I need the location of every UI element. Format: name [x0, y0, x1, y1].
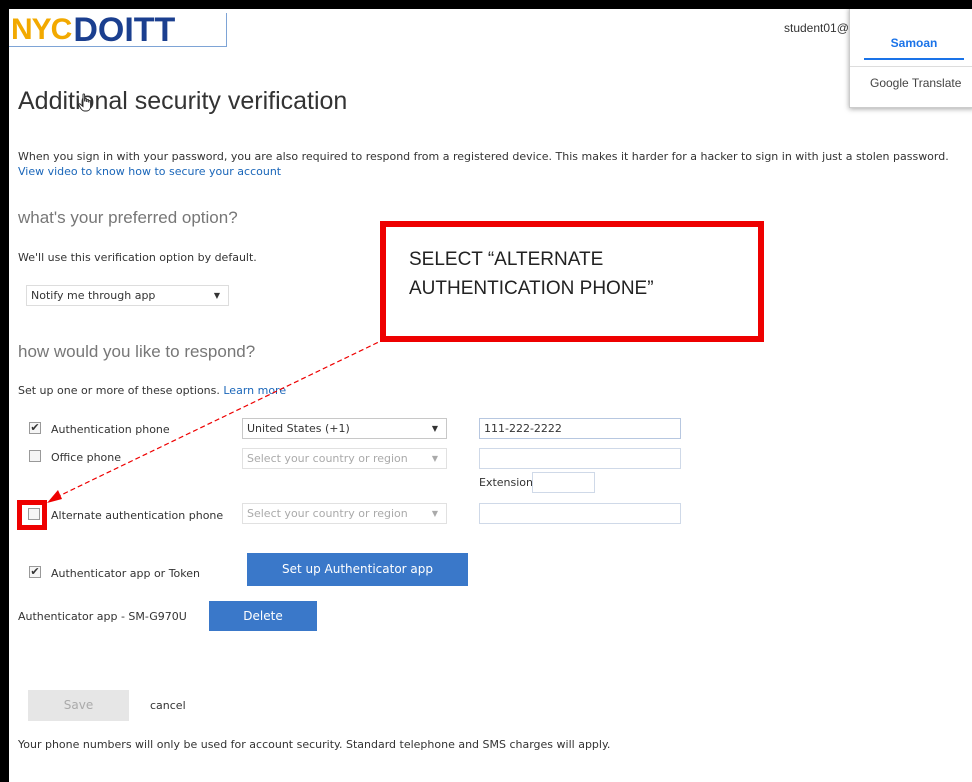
authenticator-app-checkbox[interactable]: ✔ [29, 566, 41, 578]
auth-phone-checkbox[interactable]: ✔ [29, 422, 41, 434]
alternate-phone-country-placeholder: Select your country or region [247, 507, 408, 520]
translate-divider [850, 66, 972, 67]
intro-paragraph: When you sign in with your password, you… [18, 149, 963, 179]
page-title-part1: Additi [18, 87, 81, 115]
learn-more-link[interactable]: Learn more [223, 384, 286, 397]
page-title-part2: nal security verification [94, 87, 348, 115]
extension-input[interactable] [532, 472, 595, 493]
translate-language-tab[interactable]: Samoan [864, 30, 964, 60]
office-phone-country-select[interactable]: Select your country or region ▼ [242, 448, 447, 469]
alternate-phone-label: Alternate authentication phone [51, 509, 224, 522]
alternate-phone-number-input[interactable] [479, 503, 681, 524]
page: NYC DOITT student01@ Samoan Google Trans… [9, 9, 972, 782]
office-phone-number-input[interactable] [479, 448, 681, 469]
google-translate-popup: Samoan Google Translate [849, 9, 972, 108]
logo-doitt-text: DOITT [73, 13, 176, 47]
auth-phone-label: Authentication phone [51, 423, 170, 436]
preferred-option-heading: what's your preferred option? [18, 208, 238, 227]
chevron-down-icon: ▼ [213, 291, 220, 300]
respond-note-text: Set up one or more of these options. [18, 384, 220, 397]
title-letter-o: o [77, 87, 94, 115]
preferred-option-select[interactable]: Notify me through app ▼ [26, 285, 229, 306]
save-button[interactable]: Save [28, 690, 129, 721]
callout-text: SELECT “ALTERNATE AUTHENTICATION PHONE” [409, 249, 654, 299]
chevron-down-icon: ▼ [431, 454, 438, 463]
office-phone-country-placeholder: Select your country or region [247, 452, 408, 465]
delete-device-button[interactable]: Delete [209, 601, 317, 631]
intro-text: When you sign in with your password, you… [18, 150, 949, 163]
office-phone-label: Office phone [51, 451, 122, 464]
authenticator-device-label: Authenticator app - SM-G970U [18, 610, 187, 623]
auth-phone-number-input[interactable]: 111-222-2222 [479, 418, 681, 439]
hand-cursor-icon [77, 93, 91, 112]
logo-nyc-text: NYC [11, 13, 72, 46]
arrowhead-icon [47, 490, 62, 503]
top-bar: NYC DOITT student01@ [9, 9, 972, 47]
nyc-doitt-logo[interactable]: NYC DOITT [9, 13, 227, 47]
respond-note: Set up one or more of these options. Lea… [18, 384, 286, 397]
setup-authenticator-button[interactable]: Set up Authenticator app [247, 553, 468, 586]
chevron-down-icon: ▼ [431, 509, 438, 518]
alternate-phone-country-select[interactable]: Select your country or region ▼ [242, 503, 447, 524]
cancel-link[interactable]: cancel [150, 699, 186, 712]
page-title: Additional security verification [18, 87, 347, 116]
auth-phone-country-select[interactable]: United States (+1) ▼ [242, 418, 447, 439]
alternate-phone-highlight [17, 500, 47, 530]
authenticator-app-label: Authenticator app or Token [51, 567, 200, 580]
respond-heading: how would you like to respond? [18, 342, 256, 361]
extension-label: Extension [479, 476, 534, 489]
view-video-link[interactable]: View video to know how to secure your ac… [18, 165, 281, 178]
google-translate-label: Google Translate [870, 76, 962, 90]
footer-note: Your phone numbers will only be used for… [18, 738, 611, 751]
instruction-callout: SELECT “ALTERNATE AUTHENTICATION PHONE” [380, 221, 764, 342]
signed-in-user[interactable]: student01@ [784, 21, 854, 35]
office-phone-checkbox[interactable] [29, 450, 41, 462]
preferred-option-value: Notify me through app [31, 289, 156, 302]
preferred-option-note: We'll use this verification option by de… [18, 251, 257, 264]
auth-phone-country-value: United States (+1) [247, 422, 350, 435]
chevron-down-icon: ▼ [431, 424, 438, 433]
